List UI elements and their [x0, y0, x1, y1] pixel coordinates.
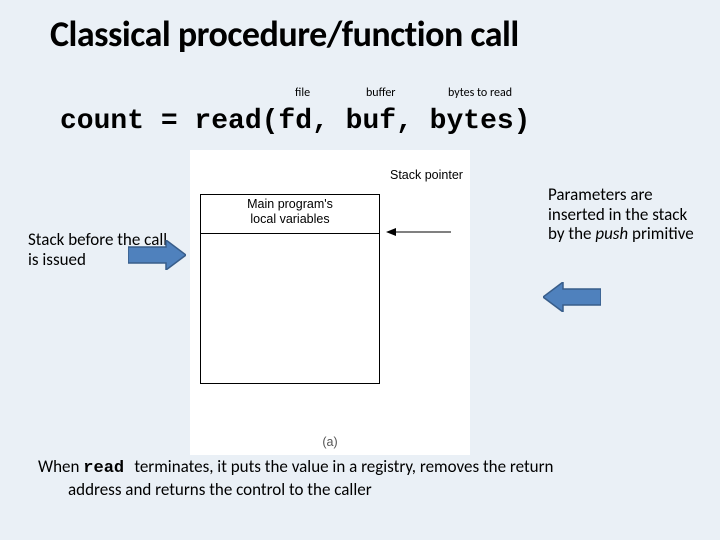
- block-arrow-right-icon: [128, 240, 186, 270]
- slide: Classical procedure/function call file b…: [0, 0, 720, 540]
- footer-line2: address and returns the control to the c…: [38, 480, 680, 500]
- stack-text: Main program's local variables: [201, 197, 379, 227]
- footer-mono: read: [83, 459, 134, 478]
- right-caption: Parameters are inserted in the stack by …: [548, 185, 698, 244]
- stack-pointer-arrow-icon: [386, 226, 456, 246]
- footer-pre: When: [38, 456, 83, 477]
- right-caption-italic: push: [595, 223, 628, 244]
- stack-text-l1: Main program's: [247, 197, 333, 211]
- slide-title: Classical procedure/function call: [50, 12, 690, 56]
- figure-sublabel: (a): [190, 435, 470, 449]
- right-caption-post: primitive: [628, 223, 694, 244]
- block-arrow-left-icon: [543, 282, 601, 312]
- stack-divider: [201, 233, 379, 234]
- stack-text-l2: local variables: [250, 212, 329, 226]
- annotation-bytes: bytes to read: [448, 86, 512, 100]
- annotation-buffer: buffer: [366, 86, 395, 100]
- footer-text: When read terminates, it puts the value …: [38, 457, 680, 500]
- footer-mid: terminates, it puts the value in a regis…: [134, 456, 553, 477]
- stack-pointer-label: Stack pointer: [390, 168, 463, 182]
- stack-figure: Stack pointer Main program's local varia…: [190, 150, 470, 455]
- stack-box: Main program's local variables: [200, 194, 380, 384]
- code-line: count = read(fd, buf, bytes): [60, 106, 530, 137]
- annotation-file: file: [295, 86, 310, 100]
